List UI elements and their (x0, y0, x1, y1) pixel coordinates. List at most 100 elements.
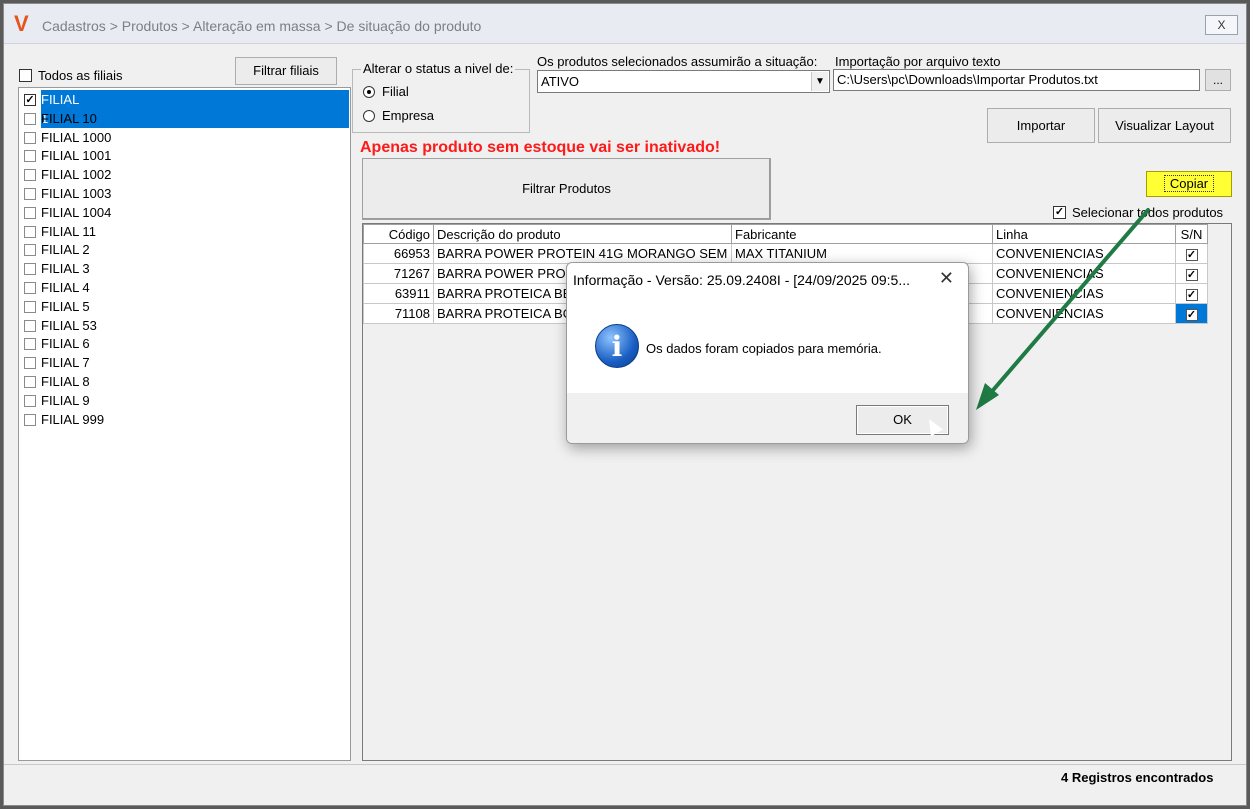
status-level-group: Alterar o status a nivel de: Filial Empr… (352, 61, 530, 133)
col-header-line[interactable]: Linha (992, 224, 1176, 244)
branch-item[interactable]: FILIAL 3 (24, 259, 349, 278)
branch-label: FILIAL 10 (41, 110, 97, 126)
branch-item[interactable]: FILIAL 1001 (24, 146, 349, 165)
col-header-description[interactable]: Descrição do produto (433, 224, 732, 244)
import-button[interactable]: Importar (987, 108, 1095, 143)
import-path-input[interactable]: C:\Users\pc\Downloads\Importar Produtos.… (833, 69, 1200, 91)
cell-code[interactable]: 66953 (363, 243, 434, 264)
cell-line[interactable]: CONVENIENCIAS (992, 303, 1176, 324)
cell-code[interactable]: 71267 (363, 263, 434, 284)
branch-item[interactable]: FILIAL 10 (24, 109, 349, 128)
checkbox-box[interactable]: ✓ (1185, 248, 1198, 261)
branch-checkbox[interactable] (24, 319, 36, 332)
branch-checkbox[interactable] (24, 263, 36, 276)
branch-checkbox[interactable] (24, 188, 36, 200)
filter-branches-button[interactable]: Filtrar filiais (235, 57, 337, 85)
records-count: 4 Registros encontrados (1061, 770, 1214, 785)
browse-button[interactable]: ... (1205, 69, 1231, 91)
branch-checkbox[interactable] (24, 413, 36, 426)
window-close-button[interactable]: X (1205, 15, 1238, 35)
branch-item[interactable]: ✓ FILIAL 1 (24, 90, 349, 128)
close-icon[interactable]: ✕ (939, 268, 954, 289)
branch-checkbox[interactable] (24, 244, 36, 257)
filter-products-button[interactable]: Filtrar Produtos (362, 158, 771, 220)
radio-dot[interactable] (363, 110, 375, 122)
cell-line[interactable]: CONVENIENCIAS (992, 243, 1176, 264)
checkbox-box[interactable]: ✓ (1185, 288, 1198, 301)
branch-item[interactable]: FILIAL 999 (24, 410, 349, 429)
status-divider (4, 764, 1246, 765)
branch-checkbox[interactable] (24, 300, 36, 313)
table-row[interactable]: 66953 BARRA POWER PROTEIN 41G MORANGO SEM… (363, 243, 1208, 264)
branch-checkbox[interactable]: ✓ (24, 94, 36, 106)
cell-code[interactable]: 71108 (363, 303, 434, 324)
checkbox-box[interactable]: ✓ (1053, 206, 1066, 219)
branch-checkbox[interactable] (24, 376, 36, 388)
branch-item[interactable]: FILIAL 8 (24, 372, 349, 391)
status-level-legend: Alterar o status a nivel de: (361, 61, 516, 76)
branch-checkbox[interactable] (24, 282, 36, 294)
branch-label: FILIAL 4 (41, 280, 90, 295)
cell-selected-checkbox[interactable]: ✓ (1175, 243, 1208, 264)
branch-label: FILIAL 1000 (41, 129, 112, 145)
cell-line[interactable]: CONVENIENCIAS (992, 263, 1176, 284)
branch-checkbox[interactable] (24, 150, 36, 163)
col-header-sn[interactable]: S/N (1175, 224, 1208, 244)
situation-value: ATIVO (541, 74, 580, 89)
window-title: Cadastros > Produtos > Alteração em mass… (42, 18, 482, 34)
branch-label: FILIAL 53 (41, 317, 97, 333)
branch-label: FILIAL 1004 (41, 204, 112, 220)
radio-filial-label: Filial (382, 84, 409, 99)
branch-item[interactable]: FILIAL 5 (24, 297, 349, 316)
col-header-maker[interactable]: Fabricante (731, 224, 993, 244)
app-logo: V (14, 11, 29, 36)
cell-line[interactable]: CONVENIENCIAS (992, 283, 1176, 304)
branch-checkbox[interactable] (24, 169, 36, 182)
branch-item[interactable]: FILIAL 6 (24, 334, 349, 353)
chevron-down-icon[interactable]: ▼ (811, 72, 828, 91)
branch-item[interactable]: FILIAL 1004 (24, 203, 349, 222)
checkbox-box[interactable]: ✓ (1185, 308, 1198, 321)
branch-checkbox[interactable] (24, 206, 36, 219)
branch-item[interactable]: FILIAL 2 (24, 240, 349, 259)
branch-checkbox[interactable] (24, 225, 36, 238)
branch-checkbox[interactable] (24, 394, 36, 407)
branch-label: FILIAL 2 (41, 242, 90, 258)
cell-selected-checkbox[interactable]: ✓ (1175, 283, 1208, 304)
branch-checkbox[interactable] (24, 131, 36, 144)
branch-item[interactable]: FILIAL 1002 (24, 165, 349, 184)
import-label: Importação por arquivo texto (835, 54, 1001, 69)
branch-label: FILIAL 5 (41, 298, 90, 314)
checkbox-box[interactable] (19, 69, 32, 82)
copy-button[interactable]: Copiar (1146, 171, 1232, 197)
cell-selected-checkbox[interactable]: ✓ (1175, 303, 1208, 324)
branch-item[interactable]: FILIAL 1000 (24, 128, 349, 147)
copy-button-label: Copiar (1163, 175, 1215, 192)
branch-checkbox[interactable] (24, 357, 36, 370)
title-bar: V Cadastros > Produtos > Alteração em ma… (4, 4, 1246, 44)
branch-label: FILIAL 11 (41, 223, 96, 239)
col-header-code[interactable]: Código (363, 224, 434, 244)
cell-description[interactable]: BARRA POWER PROTEIN 41G MORANGO SEM (433, 243, 732, 264)
branch-item[interactable]: FILIAL 4 (24, 278, 349, 297)
radio-dot[interactable] (363, 86, 375, 98)
branch-item[interactable]: FILIAL 9 (24, 391, 349, 410)
branch-checkbox[interactable] (24, 112, 36, 125)
view-layout-button[interactable]: Visualizar Layout (1098, 108, 1231, 143)
branch-item[interactable]: FILIAL 1003 (24, 184, 349, 203)
situation-select[interactable]: ATIVO ▼ (537, 70, 830, 93)
branch-checkbox[interactable] (24, 338, 36, 351)
dialog-message: Os dados foram copiados para memória. (646, 341, 882, 356)
branch-item[interactable]: FILIAL 7 (24, 353, 349, 372)
close-icon: X (1217, 18, 1226, 32)
branch-label: FILIAL 1002 (41, 167, 112, 183)
branch-item[interactable]: FILIAL 53 (24, 316, 349, 335)
branch-item[interactable]: FILIAL 11 (24, 222, 349, 241)
cell-selected-checkbox[interactable]: ✓ (1175, 263, 1208, 284)
branch-list[interactable]: ✓ FILIAL 1 FILIAL 10 FILIAL 1000 FILIAL 1001… (18, 87, 351, 761)
branch-label: FILIAL 3 (41, 261, 90, 277)
cell-code[interactable]: 63911 (363, 283, 434, 304)
cell-maker[interactable]: MAX TITANIUM (731, 243, 993, 264)
checkbox-box[interactable]: ✓ (1185, 268, 1198, 281)
branch-label: FILIAL 1001 (41, 148, 112, 164)
